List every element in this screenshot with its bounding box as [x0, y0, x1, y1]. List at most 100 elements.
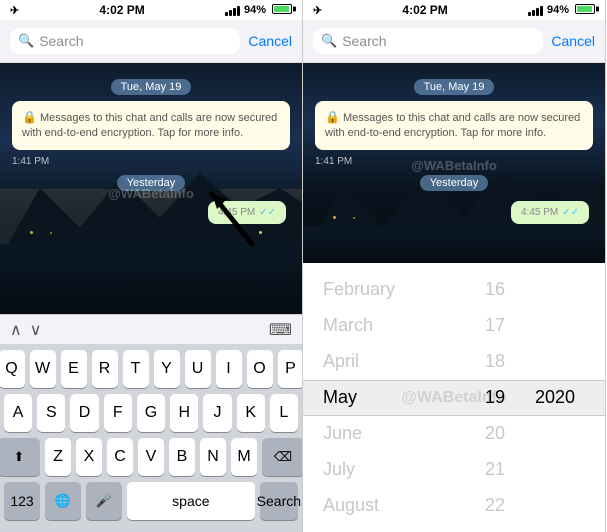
keyboard: Q W E R T Y U I O P A S D F G H J K L ⬆ …: [0, 344, 302, 532]
key-e[interactable]: E: [61, 350, 87, 388]
status-right-left: 94%: [225, 4, 292, 17]
picker-row-jun: June 20: [303, 416, 605, 452]
globe-key[interactable]: 🌐: [45, 482, 81, 520]
key-u[interactable]: U: [185, 350, 211, 388]
bottom-nav: ∧ ∨ ⌨: [0, 314, 302, 344]
delete-key[interactable]: ⌫: [262, 438, 303, 476]
key-y[interactable]: Y: [154, 350, 180, 388]
key-s[interactable]: S: [37, 394, 65, 432]
cancel-button-left[interactable]: Cancel: [248, 33, 292, 49]
lock-icon-right: 🔒: [325, 110, 340, 124]
picker-day-18: 18: [475, 351, 515, 372]
lock-icon: 🔒: [22, 110, 37, 124]
picker-day-17: 17: [475, 315, 515, 336]
kb-row-4: 123 🌐 🎤 space Search: [4, 482, 298, 520]
bubble-time-right: 4:45 PM: [521, 207, 558, 218]
picker-month-jul: July: [323, 459, 475, 480]
nav-down-arrow[interactable]: ∨: [30, 320, 42, 340]
cancel-button-right[interactable]: Cancel: [551, 33, 595, 49]
picker-month-mar: March: [323, 315, 475, 336]
key-z[interactable]: Z: [45, 438, 71, 476]
key-b[interactable]: B: [169, 438, 195, 476]
encryption-message-left: 🔒 Messages to this chat and calls are no…: [12, 101, 290, 150]
search-placeholder-right: Search: [342, 33, 386, 49]
key-v[interactable]: V: [138, 438, 164, 476]
key-r[interactable]: R: [92, 350, 118, 388]
key-m[interactable]: M: [231, 438, 257, 476]
date-picker[interactable]: February 16 March 17 April 18 May: [303, 263, 605, 532]
picker-row-may: May 19 2020: [303, 380, 605, 416]
status-time-right: 4:02 PM: [402, 3, 447, 17]
key-x[interactable]: X: [76, 438, 102, 476]
watermark-chat-right: @WABetaInfo: [411, 158, 497, 173]
green-bubble-right: 4:45 PM ✓✓: [511, 201, 589, 224]
kb-row-1: Q W E R T Y U I O P: [4, 350, 298, 388]
search-input-wrap-left[interactable]: 🔍 Search: [10, 28, 240, 54]
watermark-left: @WABetaInfo: [108, 186, 194, 201]
nav-up-arrow[interactable]: ∧: [10, 320, 22, 340]
search-icon-right: 🔍: [321, 33, 337, 49]
key-p[interactable]: P: [278, 350, 304, 388]
key-w[interactable]: W: [30, 350, 56, 388]
key-c[interactable]: C: [107, 438, 133, 476]
battery-icon-left: [270, 4, 292, 17]
key-j[interactable]: J: [203, 394, 231, 432]
picker-row-mar: March 17: [303, 308, 605, 344]
picker-month-apr: April: [323, 351, 475, 372]
key-f[interactable]: F: [104, 394, 132, 432]
status-left: ✈: [10, 4, 19, 17]
key-g[interactable]: G: [137, 394, 165, 432]
battery-percent-right: 94%: [547, 4, 569, 16]
key-q[interactable]: Q: [0, 350, 25, 388]
battery-percent-left: 94%: [244, 4, 266, 16]
kb-row-3: ⬆ Z X C V B N M ⌫: [4, 438, 298, 476]
search-placeholder-left: Search: [39, 33, 83, 49]
arrow-overlay: [202, 184, 262, 259]
kb-row-2: A S D F G H J K L: [4, 394, 298, 432]
encryption-message-right: 🔒 Messages to this chat and calls are no…: [315, 101, 593, 150]
picker-row-feb: February 16: [303, 272, 605, 308]
picker-row-jul: July 21: [303, 452, 605, 488]
checkmarks-right: ✓✓: [562, 207, 579, 218]
key-n[interactable]: N: [200, 438, 226, 476]
key-i[interactable]: I: [216, 350, 242, 388]
status-right-right: 94%: [528, 4, 595, 17]
search-key[interactable]: Search: [260, 482, 298, 520]
key-l[interactable]: L: [270, 394, 298, 432]
space-key[interactable]: space: [127, 482, 255, 520]
picker-month-aug: August: [323, 495, 475, 516]
key-d[interactable]: D: [70, 394, 98, 432]
keyboard-icon[interactable]: ⌨: [269, 320, 292, 340]
battery-icon-right: [573, 4, 595, 17]
search-bar-left: 🔍 Search Cancel: [0, 20, 302, 63]
key-h[interactable]: H: [170, 394, 198, 432]
key-t[interactable]: T: [123, 350, 149, 388]
picker-month-feb: February: [323, 279, 475, 300]
status-bar-left: ✈ 4:02 PM 94%: [0, 0, 302, 20]
status-bar-right: ✈ 4:02 PM 94%: [303, 0, 605, 20]
status-left-right: ✈: [313, 4, 322, 17]
picker-month-jun: June: [323, 423, 475, 444]
search-input-wrap-right[interactable]: 🔍 Search: [313, 28, 543, 54]
picker-day-22: 22: [475, 495, 515, 516]
airplane-icon: ✈: [10, 4, 19, 17]
picker-row-apr: April 18: [303, 344, 605, 380]
right-panel: ✈ 4:02 PM 94% 🔍 Search Cancel: [303, 0, 606, 532]
key-o[interactable]: O: [247, 350, 273, 388]
picker-day-16: 16: [475, 279, 515, 300]
picker-selected-day: 19: [475, 387, 515, 408]
sent-time-left: 1:41 PM: [12, 156, 290, 167]
shift-key[interactable]: ⬆: [0, 438, 40, 476]
chat-area-left: Tue, May 19 🔒 Messages to this chat and …: [0, 63, 302, 314]
date-badge-right: Tue, May 19: [311, 77, 597, 95]
key-a[interactable]: A: [4, 394, 32, 432]
mic-key[interactable]: 🎤: [86, 482, 122, 520]
search-bar-right: 🔍 Search Cancel: [303, 20, 605, 63]
num-key[interactable]: 123: [4, 482, 40, 520]
status-time-left: 4:02 PM: [99, 3, 144, 17]
date-badge-left: Tue, May 19: [8, 77, 294, 95]
key-k[interactable]: K: [237, 394, 265, 432]
left-panel: ✈ 4:02 PM 94% 🔍 Search Cancel: [0, 0, 303, 532]
signal-icon-right: [528, 4, 543, 16]
chat-area-right: Tue, May 19 🔒 Messages to this chat and …: [303, 63, 605, 263]
